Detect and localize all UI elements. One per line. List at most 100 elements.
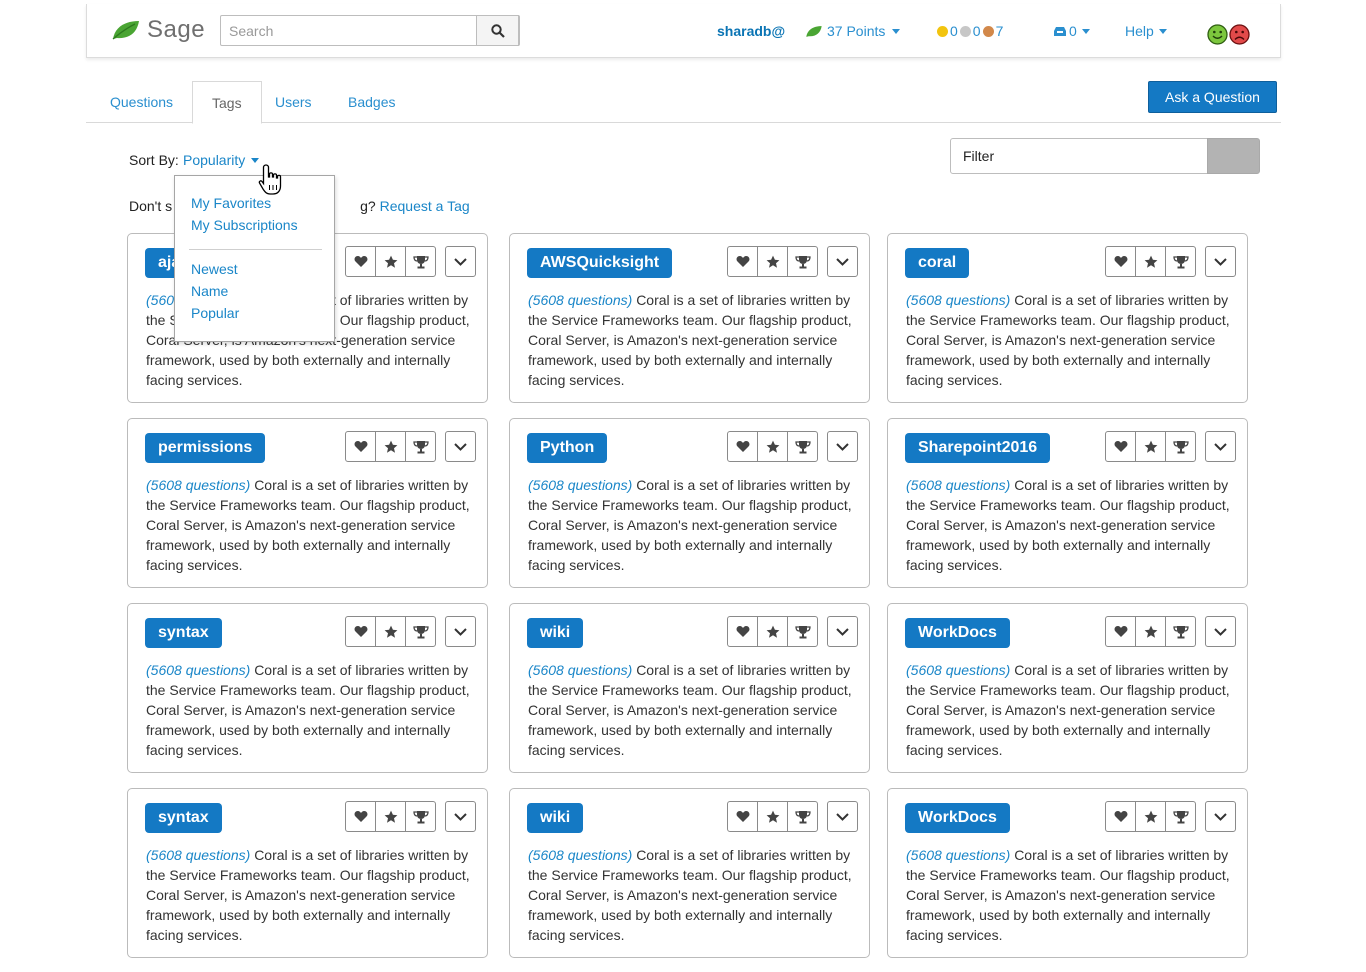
tag-options-button[interactable] [827,801,858,832]
subscribe-button[interactable] [376,617,406,646]
question-count-link[interactable]: (5608 questions) [528,847,632,863]
sort-option-newest[interactable]: Newest [191,261,238,277]
subscribe-button[interactable] [758,617,788,646]
subscribe-button[interactable] [758,247,788,276]
favorite-button[interactable] [346,247,376,276]
sort-option-name[interactable]: Name [191,283,228,299]
chevron-down-icon [836,627,849,636]
subscribe-button[interactable] [758,432,788,461]
question-count-link[interactable]: (5608 questions) [906,477,1010,493]
question-count-link[interactable]: (5608 questions) [146,847,250,863]
tag-description: (5608 questions) Coral is a set of libra… [528,845,858,945]
tag-pill[interactable]: permissions [145,433,266,463]
question-count-link[interactable]: (5608 questions) [906,292,1010,308]
sort-option-my-subscriptions[interactable]: My Subscriptions [191,217,298,233]
favorite-button[interactable] [346,432,376,461]
tag-pill[interactable]: wiki [527,618,584,648]
subscribe-button[interactable] [1136,247,1166,276]
sort-dropdown[interactable]: Popularity [183,152,260,168]
favorite-button[interactable] [346,617,376,646]
tag-pill[interactable]: Python [527,433,608,463]
favorite-button[interactable] [1106,247,1136,276]
help-menu[interactable]: Help [1125,23,1167,39]
tag-options-button[interactable] [445,616,476,647]
award-button[interactable] [406,802,435,831]
search-button[interactable] [476,15,519,46]
subscribe-button[interactable] [376,432,406,461]
award-button[interactable] [1166,617,1195,646]
question-count-link[interactable]: (5608 questions) [146,477,250,493]
award-button[interactable] [788,617,817,646]
question-count-link[interactable]: (5608 questions) [906,662,1010,678]
favorite-button[interactable] [1106,617,1136,646]
award-button[interactable] [788,432,817,461]
subscribe-button[interactable] [376,802,406,831]
filter-input[interactable] [950,138,1208,174]
award-button[interactable] [788,802,817,831]
tab-badges[interactable]: Badges [329,81,414,123]
award-button[interactable] [1166,247,1195,276]
question-count-link[interactable]: (5608 questions) [906,847,1010,863]
favorite-button[interactable] [728,617,758,646]
inbox-menu[interactable]: 0 [1053,23,1090,39]
tag-pill[interactable]: Sharepoint2016 [905,433,1051,463]
question-count-link[interactable]: (5608 questions) [146,662,250,678]
points-menu[interactable]: 37 Points [805,23,901,39]
tag-pill[interactable]: WorkDocs [905,618,1010,648]
tag-options-button[interactable] [827,431,858,462]
tag-options-button[interactable] [1205,801,1236,832]
tab-users[interactable]: Users [256,81,331,123]
tag-options-button[interactable] [445,246,476,277]
tag-card: syntax (5608 questions) Coral is a set of… [127,603,488,773]
favorite-button[interactable] [346,802,376,831]
tag-pill[interactable]: WorkDocs [905,803,1010,833]
favorite-button[interactable] [728,432,758,461]
tag-options-button[interactable] [445,801,476,832]
subscribe-button[interactable] [376,247,406,276]
tab-questions[interactable]: Questions [91,81,192,123]
award-button[interactable] [788,247,817,276]
tag-pill[interactable]: syntax [145,618,222,648]
filter-button[interactable] [1207,138,1260,174]
star-icon [1144,625,1157,638]
request-tag-link[interactable]: Request a Tag [380,198,470,214]
award-button[interactable] [1166,432,1195,461]
search-input[interactable] [220,15,520,46]
award-button[interactable] [406,617,435,646]
tag-pill[interactable]: AWSQuicksight [527,248,673,278]
search-icon [490,23,505,38]
favorite-button[interactable] [1106,432,1136,461]
subscribe-button[interactable] [1136,432,1166,461]
question-count-link[interactable]: (5608 questions) [528,477,632,493]
medals-summary[interactable]: 0 0 7 [937,23,1003,39]
sort-option-popular[interactable]: Popular [191,305,239,321]
happy-face-icon[interactable] [1207,24,1228,45]
award-button[interactable] [406,432,435,461]
tag-pill[interactable]: syntax [145,803,222,833]
sage-logo[interactable]: Sage [111,16,205,44]
award-button[interactable] [406,247,435,276]
tag-pill[interactable]: wiki [527,803,584,833]
tag-options-button[interactable] [1205,431,1236,462]
question-count-link[interactable]: (5608 questions) [528,662,632,678]
tag-options-button[interactable] [445,431,476,462]
username-link[interactable]: sharadb@ [717,23,785,39]
tag-options-button[interactable] [1205,616,1236,647]
tag-options-button[interactable] [827,616,858,647]
award-button[interactable] [1166,802,1195,831]
favorite-button[interactable] [728,247,758,276]
sad-face-icon[interactable] [1229,24,1250,45]
tag-pill[interactable]: coral [905,248,970,278]
favorite-button[interactable] [1106,802,1136,831]
subscribe-button[interactable] [1136,802,1166,831]
trophy-icon [1172,810,1189,823]
subscribe-button[interactable] [758,802,788,831]
ask-question-button[interactable]: Ask a Question [1148,81,1277,113]
tab-tags[interactable]: Tags [192,81,262,124]
tag-options-button[interactable] [827,246,858,277]
heart-icon [1114,256,1127,267]
question-count-link[interactable]: (5608 questions) [528,292,632,308]
favorite-button[interactable] [728,802,758,831]
tag-options-button[interactable] [1205,246,1236,277]
subscribe-button[interactable] [1136,617,1166,646]
